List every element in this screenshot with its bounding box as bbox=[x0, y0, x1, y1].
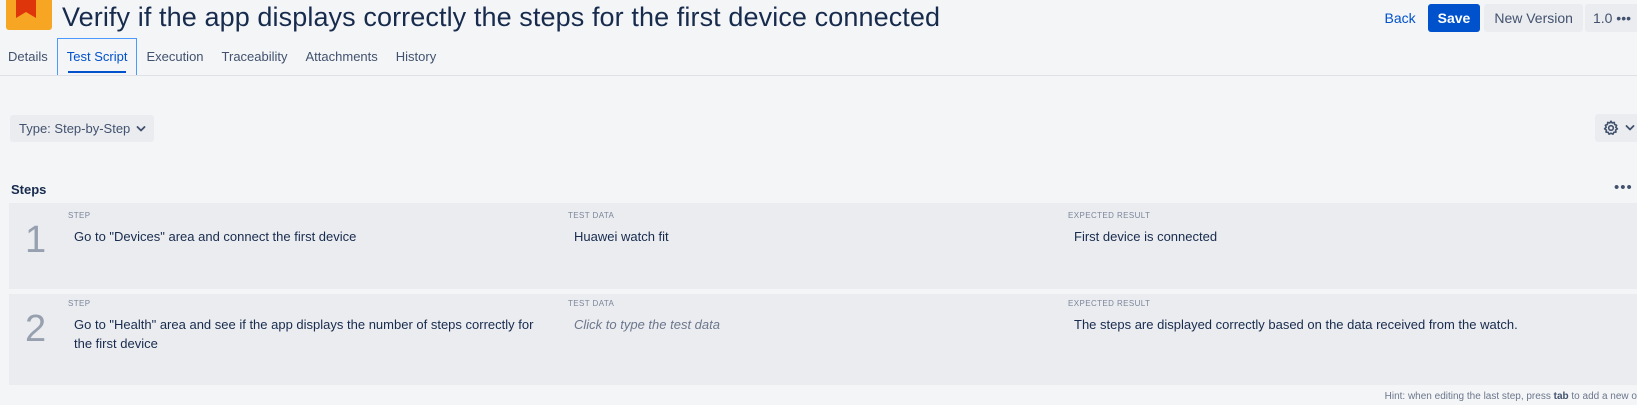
save-button[interactable]: Save bbox=[1427, 4, 1481, 32]
version-menu-button[interactable]: 1.0 ••• bbox=[1584, 4, 1637, 32]
steps-more-menu[interactable]: ••• bbox=[1614, 179, 1633, 196]
expected-result-value[interactable]: The steps are displayed correctly based … bbox=[1074, 315, 1614, 334]
tab-execution[interactable]: Execution bbox=[137, 38, 212, 76]
test-data-placeholder[interactable]: Click to type the test data bbox=[574, 315, 1054, 334]
gear-icon bbox=[1603, 120, 1619, 135]
tab-attachments[interactable]: Attachments bbox=[297, 38, 387, 76]
expected-column-label: EXPECTED RESULT bbox=[1068, 211, 1151, 220]
test-data-column-label: TEST DATA bbox=[568, 211, 615, 220]
expected-column-label: EXPECTED RESULT bbox=[1068, 299, 1151, 308]
tab-divider bbox=[0, 75, 1637, 76]
step-row[interactable]: 1 STEP Go to "Devices" area and connect … bbox=[9, 203, 1637, 289]
chevron-down-icon bbox=[136, 125, 146, 131]
new-version-button[interactable]: New Version bbox=[1484, 4, 1583, 32]
test-data-value[interactable]: Huawei watch fit bbox=[574, 227, 1054, 246]
tab-bar: Details Test Script Execution Traceabili… bbox=[0, 38, 445, 76]
page-header: Verify if the app displays correctly the… bbox=[0, 0, 1637, 40]
chevron-down-icon bbox=[1625, 125, 1635, 131]
header-actions: Back Save New Version 1.0 ••• bbox=[1381, 4, 1637, 32]
step-number: 2 bbox=[25, 308, 47, 350]
hint-key: tab bbox=[1553, 391, 1569, 402]
tab-test-script[interactable]: Test Script bbox=[56, 38, 138, 76]
step-description[interactable]: Go to "Devices" area and connect the fir… bbox=[74, 227, 554, 246]
back-button[interactable]: Back bbox=[1381, 4, 1420, 32]
keyboard-hint: Hint: when editing the last step, press … bbox=[1385, 391, 1637, 402]
project-logo-icon bbox=[6, 0, 52, 30]
test-data-column-label: TEST DATA bbox=[568, 299, 615, 308]
expected-result-value[interactable]: First device is connected bbox=[1074, 227, 1614, 246]
tab-details[interactable]: Details bbox=[0, 38, 57, 76]
step-row[interactable]: 2 STEP Go to "Health" area and see if th… bbox=[9, 294, 1637, 385]
steps-heading: Steps bbox=[11, 182, 47, 197]
tab-traceability[interactable]: Traceability bbox=[213, 38, 297, 76]
step-description[interactable]: Go to "Health" area and see if the app d… bbox=[74, 315, 544, 353]
hint-prefix: Hint: when editing the last step, press bbox=[1384, 391, 1554, 402]
page-title: Verify if the app displays correctly the… bbox=[62, 2, 941, 32]
tab-history[interactable]: History bbox=[387, 38, 445, 76]
script-type-label: Type: Step-by-Step bbox=[19, 121, 131, 136]
step-column-label: STEP bbox=[68, 299, 91, 308]
step-column-label: STEP bbox=[68, 211, 91, 220]
script-type-select[interactable]: Type: Step-by-Step bbox=[10, 115, 155, 142]
step-number: 1 bbox=[25, 219, 47, 261]
hint-suffix: to add a new o bbox=[1568, 391, 1637, 402]
settings-menu-button[interactable] bbox=[1595, 114, 1637, 142]
test-case-page: Verify if the app displays correctly the… bbox=[0, 0, 1637, 405]
